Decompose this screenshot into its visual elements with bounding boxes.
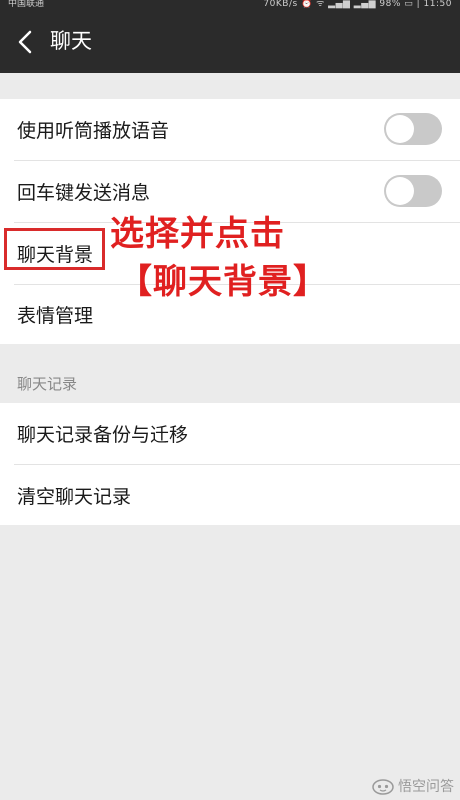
annotation-instruction: 选择并点击 [110,214,285,254]
page-title: 聊天 [50,29,92,53]
status-bar: 中国联通 70KB/s ⏰ ᯤ ▂▄▆ ▂▄▆ 98% ▭ | 11:50 [0,0,460,10]
chevron-left-icon [18,30,32,54]
setting-label: 回车键发送消息 [17,182,151,204]
setting-label: 聊天记录备份与迁移 [17,424,189,446]
carrier-name: 中国联通 [8,0,45,9]
enter-send-toggle[interactable] [384,175,442,207]
setting-label: 清空聊天记录 [17,486,132,508]
back-button[interactable] [10,22,40,62]
setting-clear-history[interactable]: 清空聊天记录 [0,465,460,526]
setting-label: 使用听筒播放语音 [17,120,170,142]
toggle-knob [386,177,414,205]
settings-group-chat-history: 聊天记录备份与迁移 清空聊天记录 [0,403,460,525]
toggle-knob [386,115,414,143]
watermark: 悟空问答 [372,776,454,796]
highlight-box [4,228,105,270]
setting-earpiece-playback[interactable]: 使用听筒播放语音 [0,99,460,160]
wukong-logo-icon [372,779,394,795]
watermark-text: 悟空问答 [398,779,454,795]
annotation-target: 【聊天背景】 [118,262,328,302]
setting-backup-migrate[interactable]: 聊天记录备份与迁移 [0,403,460,464]
section-header-chat-history: 聊天记录 [17,375,78,393]
setting-label: 表情管理 [17,305,94,327]
navigation-bar: 聊天 [0,10,460,73]
status-indicators: 70KB/s ⏰ ᯤ ▂▄▆ ▂▄▆ 98% ▭ | 11:50 [263,0,452,9]
earpiece-toggle[interactable] [384,113,442,145]
